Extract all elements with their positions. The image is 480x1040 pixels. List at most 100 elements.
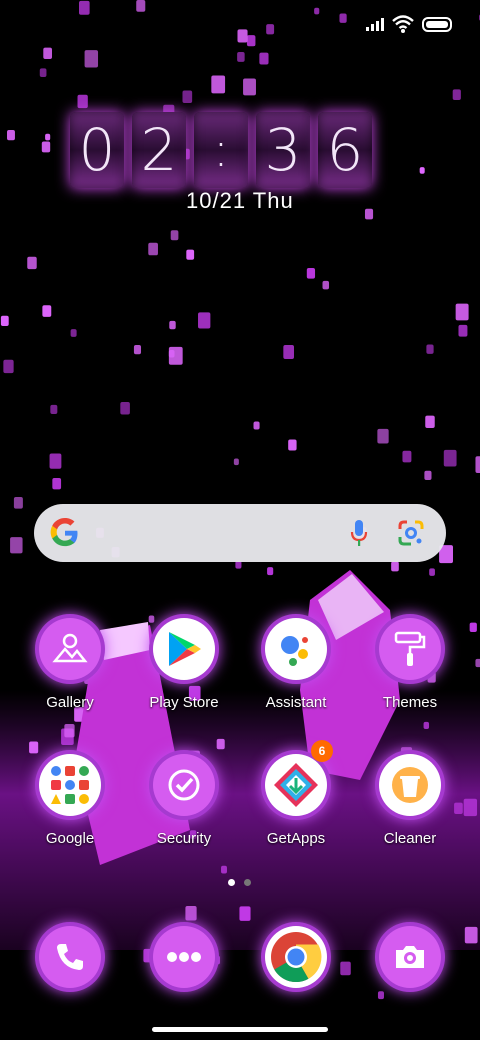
page-indicator[interactable] <box>228 879 251 886</box>
date-label[interactable]: 10/21 Thu <box>186 188 294 214</box>
clock-widget[interactable]: 0 2 : 3 6 <box>70 112 372 188</box>
assistant-icon <box>265 618 327 680</box>
lantern <box>198 312 211 329</box>
lantern <box>314 7 320 15</box>
themes-icon <box>379 618 441 680</box>
lantern <box>120 402 130 415</box>
app-themes[interactable]: Themes <box>354 618 466 711</box>
lantern <box>3 359 14 374</box>
lantern <box>237 29 248 43</box>
lantern <box>377 428 389 444</box>
app-cleaner[interactable]: Cleaner <box>354 754 466 847</box>
lantern <box>246 35 256 47</box>
gallery-icon <box>39 618 101 680</box>
lantern <box>233 458 239 466</box>
microphone-icon[interactable] <box>350 519 368 547</box>
lantern <box>237 52 245 62</box>
phone-icon <box>39 926 101 988</box>
lantern <box>52 478 62 490</box>
dock-phone[interactable] <box>14 926 126 988</box>
app-label: Gallery <box>46 694 94 711</box>
camera-icon <box>379 926 441 988</box>
lantern <box>148 242 158 256</box>
dock-camera[interactable] <box>354 926 466 988</box>
gesture-nav-bar[interactable] <box>152 1027 328 1032</box>
app-play-store[interactable]: Play Store <box>128 618 240 711</box>
lantern <box>475 658 480 668</box>
lantern <box>455 303 469 321</box>
lantern <box>267 567 274 576</box>
clock-colon: : <box>194 112 248 188</box>
lantern <box>306 267 316 279</box>
cleaner-icon <box>379 754 441 816</box>
google-lens-icon[interactable] <box>398 520 424 546</box>
dock-messaging[interactable] <box>128 926 240 988</box>
lantern <box>168 346 183 365</box>
lantern <box>70 329 77 337</box>
lantern <box>221 865 227 874</box>
app-label: Assistant <box>265 694 327 711</box>
lantern <box>50 404 58 415</box>
google-search-bar[interactable] <box>34 504 446 562</box>
lantern <box>43 47 53 59</box>
lantern <box>133 345 142 355</box>
app-getapps[interactable]: 6 GetApps <box>240 740 352 847</box>
lantern <box>377 991 384 1000</box>
wifi-icon <box>392 15 414 33</box>
lantern <box>10 537 23 554</box>
lantern <box>425 415 435 429</box>
app-folder-google[interactable]: Google <box>14 754 126 847</box>
lantern <box>364 208 374 220</box>
google-folder-icon <box>39 754 101 816</box>
lantern <box>443 449 457 467</box>
lantern <box>182 90 193 104</box>
play-store-icon <box>153 618 215 680</box>
lantern <box>452 89 461 100</box>
clock-digit: 2 <box>132 112 186 188</box>
lantern <box>253 421 260 430</box>
lantern <box>464 926 478 944</box>
clock-digit: 0 <box>70 112 124 188</box>
lantern <box>322 280 330 290</box>
signal-icon <box>366 17 384 31</box>
lantern <box>424 470 432 480</box>
clock-digit: 3 <box>256 112 310 188</box>
app-label: Security <box>156 830 212 847</box>
lantern <box>426 344 434 354</box>
lantern <box>458 324 468 337</box>
lantern <box>64 723 75 738</box>
app-assistant[interactable]: Assistant <box>240 618 352 711</box>
getapps-icon: 6 <box>265 740 333 816</box>
lantern <box>339 13 347 23</box>
lantern <box>283 345 295 359</box>
lantern <box>45 133 51 141</box>
app-label: Play Store <box>149 694 219 711</box>
lantern <box>429 568 435 576</box>
app-gallery[interactable]: Gallery <box>14 618 126 711</box>
app-label: Cleaner <box>383 830 437 847</box>
lantern <box>41 141 51 153</box>
security-icon <box>153 754 215 816</box>
lantern <box>185 905 197 921</box>
lantern <box>29 741 39 754</box>
dock-chrome[interactable] <box>240 926 352 988</box>
notification-badge: 6 <box>311 740 333 762</box>
clock-digit: 6 <box>318 112 372 188</box>
lantern <box>216 738 225 750</box>
lantern <box>266 24 275 35</box>
app-label: Google <box>45 830 95 847</box>
page-dot <box>244 879 251 886</box>
lantern <box>288 439 297 451</box>
date-weekday: Thu <box>252 188 294 213</box>
lantern <box>84 50 99 68</box>
app-security[interactable]: Security <box>128 754 240 847</box>
app-label: GetApps <box>266 830 326 847</box>
lantern <box>13 496 23 509</box>
lantern <box>39 68 47 78</box>
messaging-icon <box>153 926 215 988</box>
lantern <box>79 0 90 15</box>
app-label: Themes <box>382 694 438 711</box>
lantern <box>239 906 251 921</box>
lantern <box>136 0 146 12</box>
lantern <box>170 230 179 241</box>
